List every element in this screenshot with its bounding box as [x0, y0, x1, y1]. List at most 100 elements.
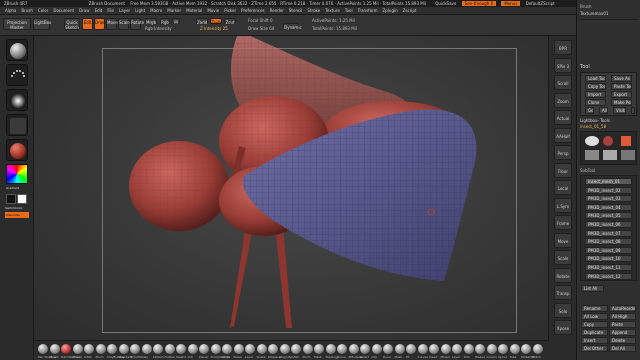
- visible-button[interactable]: Visible: [613, 107, 626, 114]
- rgb-intensity-slider[interactable]: Rgb Intensity: [145, 26, 172, 31]
- brush-stitch-icon[interactable]: [532, 344, 543, 354]
- make-polymesh-button[interactable]: Make PolyMesh3D: [611, 99, 632, 106]
- paste-tool-button[interactable]: Paste Tool: [611, 83, 632, 90]
- view-l-sym-button[interactable]: L.Sym: [554, 197, 572, 213]
- tool-thumb-6[interactable]: [621, 150, 635, 160]
- quick-sketch-button[interactable]: Quick Sketch: [64, 18, 80, 30]
- secondary-color-swatch[interactable]: [6, 194, 16, 204]
- brush-inflat-icon[interactable]: [84, 344, 94, 354]
- all-high-button[interactable]: All High: [609, 313, 636, 320]
- view-xpose-button[interactable]: Xpose: [554, 320, 572, 335]
- brush-smooth-icon[interactable]: [130, 344, 140, 354]
- view-aahalf-button[interactable]: AAHalf: [554, 127, 572, 143]
- brush-fit-icon[interactable]: [406, 344, 416, 354]
- subtool-item[interactable]: PM3D_insect_11: [585, 264, 632, 271]
- quicksave-button[interactable]: QuickSave: [435, 1, 456, 6]
- brush-cloth-icon[interactable]: [222, 344, 232, 354]
- subtool-item[interactable]: PM3D_insect_03: [585, 195, 632, 203]
- subtool-item[interactable]: PM3D_insect_12: [585, 272, 632, 280]
- menu-file[interactable]: File: [107, 8, 114, 13]
- brush-standard-icon[interactable]: [118, 344, 129, 354]
- focal-shift-slider[interactable]: Focal Shift 0: [248, 18, 273, 23]
- rename-button[interactable]: Rename: [581, 305, 608, 312]
- r-button[interactable]: R: [631, 107, 635, 114]
- brush-zmodeler-icon[interactable]: [348, 344, 359, 354]
- copy-button[interactable]: Copy: [581, 321, 608, 328]
- view-actual-button[interactable]: Actual: [554, 110, 572, 125]
- brush-pen-shadow-icon[interactable]: [38, 344, 48, 354]
- menus-toggle[interactable]: Menus: [501, 1, 521, 6]
- brush-flatten-icon[interactable]: [164, 344, 175, 354]
- brush-morph-icon[interactable]: [440, 344, 451, 354]
- brush-insert-icon[interactable]: [429, 344, 439, 354]
- menu-material[interactable]: Material: [186, 8, 202, 13]
- view-spix-3-button[interactable]: SPix 3: [554, 57, 572, 73]
- tool-thumb-1[interactable]: [585, 136, 599, 146]
- brush-slash3-icon[interactable]: [176, 344, 186, 354]
- brush-spiral-icon[interactable]: [498, 344, 508, 354]
- view-persp-button[interactable]: Persp: [554, 145, 572, 160]
- rgb-button[interactable]: Rgb: [160, 18, 170, 25]
- brush-trim-icon[interactable]: [463, 344, 474, 354]
- brush-curves-icon[interactable]: [417, 344, 428, 354]
- projection-master-button[interactable]: Projection Master: [3, 18, 31, 30]
- mrgb-button[interactable]: Mrgb: [145, 18, 157, 25]
- menu-document[interactable]: Document: [53, 8, 74, 13]
- autoreorder-button[interactable]: AutoReorder: [609, 305, 636, 312]
- menu-color[interactable]: Color: [38, 8, 48, 13]
- brush-chisel3d-icon[interactable]: [521, 344, 531, 354]
- menu-brush[interactable]: Brush: [21, 8, 33, 13]
- brush-tube-icon[interactable]: [509, 344, 520, 354]
- subtool-item[interactable]: PM3D_insect_07: [585, 229, 632, 237]
- copy-tool-button[interactable]: Copy Tool: [585, 83, 606, 90]
- brush-mesh-icon[interactable]: [394, 344, 405, 354]
- brush-orb-icon[interactable]: [187, 344, 198, 354]
- brush-weave-icon[interactable]: [475, 344, 485, 354]
- tool-thumbnails[interactable]: [580, 131, 637, 165]
- menu-stencil[interactable]: Stencil: [289, 8, 303, 13]
- append-button[interactable]: Append: [609, 329, 636, 336]
- brush-pinch-icon[interactable]: [302, 344, 313, 354]
- menu-texture[interactable]: Texture: [325, 8, 340, 13]
- rotate-mode-button[interactable]: Rotate: [130, 18, 144, 30]
- gradient-toggle[interactable]: Gradient: [6, 186, 19, 190]
- brush-snake-icon[interactable]: [256, 344, 267, 354]
- texture-selector[interactable]: [6, 114, 28, 136]
- brush-dyna-icon[interactable]: [383, 344, 393, 354]
- subtool-item[interactable]: PM3D_insect_04: [585, 203, 632, 211]
- brush-layer-icon[interactable]: [245, 344, 255, 354]
- brush-curve-icon[interactable]: [337, 344, 347, 354]
- tool-thumb-2[interactable]: [603, 136, 613, 146]
- subtool-item[interactable]: PM3D_insect_05: [585, 212, 632, 220]
- brush-groom-icon[interactable]: [486, 344, 497, 354]
- view-rotate-button[interactable]: Rotate: [554, 267, 572, 283]
- view-local-button[interactable]: Local: [554, 180, 572, 195]
- all-button[interactable]: All: [599, 107, 608, 114]
- dynamic-button[interactable]: Dynamic: [283, 23, 302, 30]
- subtool-item[interactable]: PM3D_insect_08: [585, 238, 632, 246]
- view-scroll-button[interactable]: Scroll: [554, 75, 572, 90]
- menu-picker[interactable]: Picker: [224, 8, 236, 13]
- z-intensity-slider[interactable]: Z Intensity 25: [200, 26, 228, 31]
- brush-planar-icon[interactable]: [199, 344, 209, 354]
- subtool-item[interactable]: PM3D_insect_09: [585, 246, 632, 254]
- import-button[interactable]: Import: [585, 91, 606, 98]
- menu-zplugin[interactable]: Zplugin: [383, 8, 398, 13]
- menu-stroke[interactable]: Stroke: [307, 8, 320, 13]
- subtool-item[interactable]: PM3D_insect_06: [585, 221, 632, 228]
- view-bpr-button[interactable]: BPR: [554, 40, 572, 55]
- goz-button[interactable]: GoZ: [585, 107, 594, 114]
- del-other-button[interactable]: Del Other: [581, 345, 608, 352]
- scale-mode-button[interactable]: Scale: [118, 18, 130, 30]
- save-as-button[interactable]: Save As: [611, 75, 632, 82]
- all-low-button[interactable]: All Low: [581, 313, 608, 320]
- lightbox-button[interactable]: LightBox: [33, 18, 51, 30]
- tool-thumb-4[interactable]: [585, 150, 599, 160]
- switch-color-button[interactable]: SwitchColor: [5, 206, 23, 210]
- subtool-item[interactable]: insect_mesh_01: [585, 178, 632, 185]
- main-color-swatch[interactable]: [17, 194, 27, 204]
- edit-mode-button[interactable]: Edit: [82, 18, 93, 30]
- delete-button[interactable]: Delete: [609, 337, 636, 344]
- brush-trimadaptive-icon[interactable]: [210, 344, 221, 354]
- load-tool-button[interactable]: Load Tool: [585, 75, 606, 82]
